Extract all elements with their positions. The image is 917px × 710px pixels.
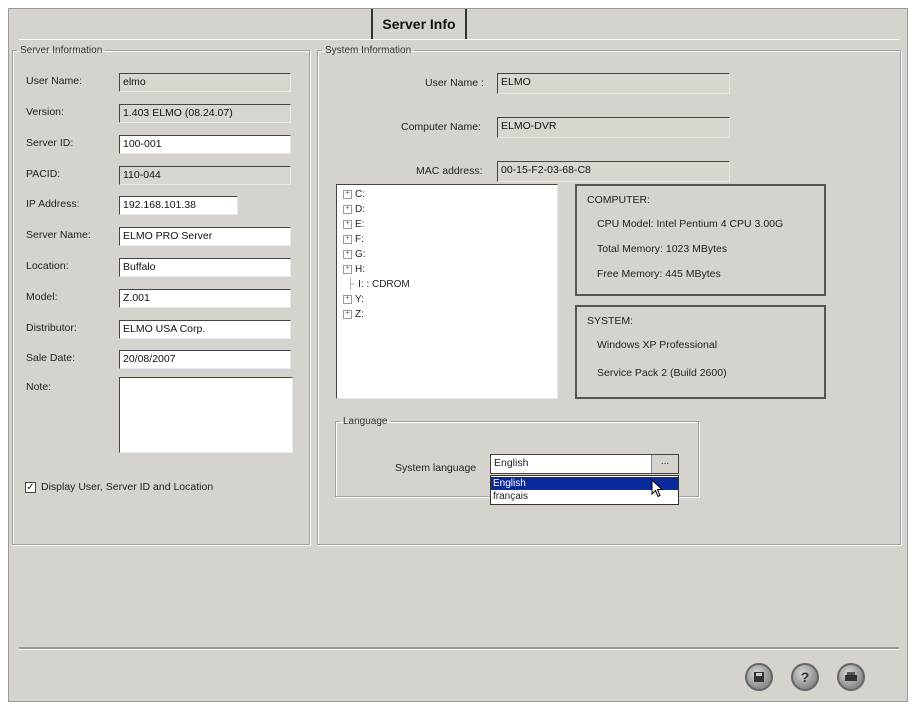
distributor-label: Distributor: bbox=[26, 322, 77, 334]
sale-date-label: Sale Date: bbox=[26, 352, 76, 364]
pacid-field: 110-044 bbox=[119, 166, 291, 185]
ip-address-field[interactable]: 192.168.101.38 bbox=[119, 196, 238, 215]
tab-server-info[interactable]: Server Info bbox=[371, 9, 467, 39]
cpu-model: CPU Model: Intel Pentium 4 CPU 3.00G bbox=[597, 218, 784, 230]
ip-address-label: IP Address: bbox=[26, 198, 80, 210]
system-language-combo[interactable]: English ... bbox=[490, 454, 679, 474]
expand-icon[interactable]: + bbox=[343, 249, 352, 259]
help-icon: ? bbox=[800, 669, 810, 685]
os-name: Windows XP Professional bbox=[597, 339, 718, 351]
user-name-label: User Name: bbox=[26, 75, 83, 87]
server-name-label: Server Name: bbox=[26, 229, 91, 241]
tree-node[interactable]: + C: bbox=[343, 189, 365, 200]
expand-icon[interactable]: + bbox=[343, 309, 352, 319]
mac-address-label: MAC address: bbox=[416, 165, 483, 177]
user-name-field: elmo bbox=[119, 73, 291, 92]
tree-node-label: Z: bbox=[355, 309, 364, 320]
tree-node[interactable]: + E: bbox=[343, 219, 364, 230]
total-memory: Total Memory: 1023 MBytes bbox=[597, 243, 728, 255]
computer-title: COMPUTER: bbox=[587, 194, 650, 206]
expand-icon[interactable]: + bbox=[343, 189, 352, 199]
tree-node-label: Y: bbox=[355, 294, 364, 305]
model-label: Model: bbox=[26, 291, 58, 303]
pacid-label: PACID: bbox=[26, 168, 61, 180]
computer-name-label: Computer Name: bbox=[401, 121, 481, 133]
tree-node-label: I: : CDROM bbox=[358, 279, 410, 290]
mac-address-field: 00-15-F2-03-68-C8 bbox=[497, 161, 730, 182]
model-field[interactable]: Z.001 bbox=[119, 289, 291, 308]
tree-node-label: D: bbox=[355, 204, 365, 215]
tree-line-icon: ├ bbox=[347, 279, 355, 290]
sys-user-name-label: User Name : bbox=[425, 77, 484, 89]
tree-node-label: E: bbox=[355, 219, 365, 230]
server-id-label: Server ID: bbox=[26, 137, 74, 149]
printer-icon bbox=[839, 665, 863, 689]
tree-node[interactable]: + H: bbox=[343, 264, 365, 275]
expand-icon[interactable]: + bbox=[343, 294, 352, 304]
server-info-window: Server Info Server Information User Name… bbox=[8, 8, 908, 702]
tab-divider bbox=[19, 39, 899, 40]
language-option-english[interactable]: English bbox=[491, 477, 678, 490]
expand-icon[interactable]: + bbox=[343, 234, 352, 244]
mouse-cursor-icon bbox=[651, 479, 664, 498]
system-info-box: SYSTEM: Windows XP Professional Service … bbox=[575, 305, 826, 399]
tree-node[interactable]: + Y: bbox=[343, 294, 364, 305]
tree-node[interactable]: ├ I: : CDROM bbox=[347, 279, 410, 290]
server-id-field[interactable]: 100-001 bbox=[119, 135, 291, 154]
save-button[interactable] bbox=[745, 663, 773, 691]
display-checkbox[interactable]: ✓ bbox=[25, 482, 36, 493]
sys-user-name-field: ELMO bbox=[497, 73, 730, 94]
drive-tree[interactable]: + C: + D: + E: + F: + G: + H: ├ I: : CDROM + Y: … bbox=[336, 184, 558, 399]
server-information-legend: Server Information bbox=[20, 45, 103, 56]
sale-date-field[interactable]: 20/08/2007 bbox=[119, 350, 291, 369]
footer-divider bbox=[19, 647, 899, 650]
server-name-field[interactable]: ELMO PRO Server bbox=[119, 227, 291, 246]
free-memory: Free Memory: 445 MBytes bbox=[597, 268, 721, 280]
tree-node-label: H: bbox=[355, 264, 365, 275]
tree-node[interactable]: + D: bbox=[343, 204, 365, 215]
service-pack: Service Pack 2 (Build 2600) bbox=[597, 367, 727, 379]
save-icon bbox=[747, 665, 771, 689]
language-legend: Language bbox=[343, 416, 388, 427]
print-button[interactable] bbox=[837, 663, 865, 691]
distributor-field[interactable]: ELMO USA Corp. bbox=[119, 320, 291, 339]
system-language-value: English bbox=[494, 457, 529, 469]
location-field[interactable]: Buffalo bbox=[119, 258, 291, 277]
tree-node-label: C: bbox=[355, 189, 365, 200]
tree-node[interactable]: + Z: bbox=[343, 309, 364, 320]
computer-name-field: ELMO-DVR bbox=[497, 117, 730, 138]
expand-icon[interactable]: + bbox=[343, 204, 352, 214]
system-title: SYSTEM: bbox=[587, 315, 634, 327]
note-label: Note: bbox=[26, 381, 52, 393]
computer-info-box: COMPUTER: CPU Model: Intel Pentium 4 CPU… bbox=[575, 184, 826, 296]
note-textarea[interactable] bbox=[119, 377, 293, 453]
expand-icon[interactable]: + bbox=[343, 264, 352, 274]
display-checkbox-label[interactable]: Display User, Server ID and Location bbox=[41, 481, 213, 493]
version-field: 1.403 ELMO (08.24.07) bbox=[119, 104, 291, 123]
version-label: Version: bbox=[26, 106, 64, 118]
location-label: Location: bbox=[26, 260, 69, 272]
help-button[interactable]: ? bbox=[791, 663, 819, 691]
tree-node[interactable]: + G: bbox=[343, 249, 366, 260]
language-option-francais[interactable]: français bbox=[491, 490, 678, 503]
language-browse-button[interactable]: ... bbox=[651, 455, 678, 473]
tree-node-label: F: bbox=[355, 234, 364, 245]
system-information-legend: System Information bbox=[325, 45, 412, 56]
tree-node-label: G: bbox=[355, 249, 366, 260]
system-language-label: System language bbox=[395, 462, 477, 474]
expand-icon[interactable]: + bbox=[343, 219, 352, 229]
tree-node[interactable]: + F: bbox=[343, 234, 364, 245]
